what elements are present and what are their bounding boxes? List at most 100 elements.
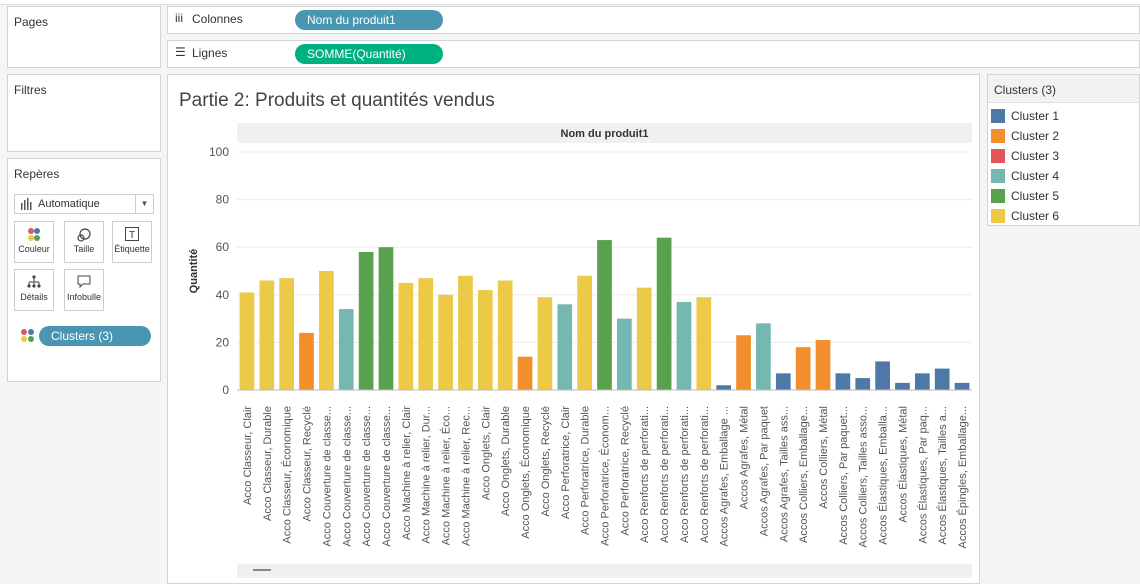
bar-chart: Nom du produit1 0 20 40 60 80 100 Quantité Acco … — [188, 123, 972, 578]
label-label: Étiquette — [114, 244, 150, 254]
x-tick-label: Acco Classeur, Économique — [281, 406, 294, 544]
cluster-legend: Clusters (3) Cluster 1 Cluster 2 Cluster 3… — [987, 74, 1140, 226]
svg-text:T: T — [129, 230, 135, 241]
bar — [934, 368, 950, 390]
x-tick-label: Accos Épingles, Emballage... — [956, 406, 969, 548]
bar — [299, 332, 314, 390]
tooltip-card[interactable]: Infobulle — [64, 269, 104, 311]
bar — [557, 304, 573, 390]
clusters-color-pill[interactable]: Clusters (3) — [39, 326, 151, 346]
legend-label: Cluster 1 — [1011, 109, 1060, 123]
columns-shelf[interactable]: iii Colonnes Nom du produit1 — [167, 6, 1140, 34]
label-card[interactable]: T Étiquette — [112, 221, 152, 263]
pages-card[interactable]: Pages — [7, 6, 161, 68]
x-tick-label: Acco Machine à relier, Clair — [401, 406, 413, 540]
legend-swatch — [991, 169, 1005, 183]
color-icon — [15, 222, 53, 244]
bar — [358, 251, 374, 390]
color-dots-icon — [21, 329, 34, 342]
x-tick-label: Acco Perforatrice, Recyclé — [619, 406, 631, 536]
x-tick-label: Accos Colliers, Emballage... — [798, 406, 810, 543]
x-tick-label: Acco Onglets, Économique — [519, 406, 532, 539]
y-tick-label: 20 — [216, 335, 230, 349]
filters-title: Filtres — [14, 83, 47, 97]
x-tick-label: Accos Agrafes, Par paquet — [758, 406, 770, 536]
x-tick-label: Accos Agrafes, Emballage ... — [719, 406, 731, 547]
scrollbar-thumb — [253, 569, 271, 571]
x-tick-label: Acco Classeur, Clair — [242, 406, 254, 505]
x-tick-label: Accos Élastiques, Métal — [896, 406, 909, 523]
bar — [895, 382, 910, 390]
bar — [398, 282, 414, 390]
bar — [517, 356, 533, 390]
marks-card: Repères Automatique ▼ Couleur Taille T É… — [7, 158, 161, 382]
bar — [378, 247, 394, 390]
x-tick-label: Acco Couverture de classe... — [341, 406, 353, 547]
bar — [954, 382, 970, 390]
bar — [319, 271, 334, 390]
y-tick-label: 80 — [216, 193, 230, 207]
bar — [696, 297, 712, 390]
legend-swatch — [991, 149, 1005, 163]
bar — [418, 278, 434, 390]
rows-pill[interactable]: SOMME(Quantité) — [295, 44, 443, 64]
color-card[interactable]: Couleur — [14, 221, 54, 263]
bar — [656, 237, 672, 390]
legend-swatch — [991, 109, 1005, 123]
legend-swatch — [991, 189, 1005, 203]
legend-label: Cluster 2 — [1011, 129, 1060, 143]
bar — [914, 373, 930, 390]
speech-bubble-icon — [65, 270, 103, 292]
hierarchy-icon — [15, 270, 53, 292]
legend-title: Clusters (3) — [988, 75, 1139, 103]
x-tick-label: Acco Couverture de classe... — [381, 406, 393, 547]
bar — [259, 280, 275, 390]
x-tick-label: Acco Perforatrice, Durable — [580, 406, 592, 535]
x-tick-label: Accos Agrafes, Métal — [739, 406, 751, 509]
chart-header-label: Nom du produit1 — [561, 128, 649, 140]
filters-card[interactable]: Filtres — [7, 74, 161, 152]
mark-type-label: Automatique — [38, 198, 100, 210]
x-tick-label: Accos Colliers, Métal — [818, 406, 830, 509]
legend-swatch — [991, 209, 1005, 223]
x-tick-label: Acco Perforatrice, Clair — [560, 406, 572, 519]
bar — [736, 335, 751, 390]
size-card[interactable]: Taille — [64, 221, 104, 263]
x-tick-label: Accos Élastiques, Par paq... — [916, 406, 929, 544]
rows-shelf[interactable]: ☰ Lignes SOMME(Quantité) — [167, 40, 1140, 68]
detail-card[interactable]: Détails — [14, 269, 54, 311]
x-tick-label: Accos Colliers, Par paquet... — [838, 406, 850, 545]
bar — [497, 280, 513, 390]
bar — [795, 347, 811, 390]
rows-icon: ☰ — [175, 45, 186, 59]
bar — [875, 361, 890, 390]
legend-label: Cluster 3 — [1011, 149, 1060, 163]
bar — [477, 290, 493, 390]
x-tick-label: Acco Machine à relier, Rec... — [460, 406, 472, 546]
x-tick-label: Accos Élastiques, Tailles a... — [936, 406, 949, 545]
legend-label: Cluster 5 — [1011, 189, 1060, 203]
x-tick-label: Acco Renforts de perforati... — [659, 406, 671, 543]
bar — [617, 318, 632, 390]
y-tick-label: 60 — [216, 240, 230, 254]
bar — [279, 278, 295, 390]
chevron-down-icon[interactable]: ▼ — [135, 195, 153, 213]
x-tick-label: Accos Élastiques, Emballa... — [877, 406, 890, 545]
text-icon: T — [113, 222, 151, 244]
legend-label: Cluster 6 — [1011, 209, 1060, 223]
x-tick-label: Acco Onglets, Durable — [500, 406, 512, 516]
marks-title: Repères — [14, 167, 60, 181]
color-label: Couleur — [18, 244, 50, 254]
x-tick-label: Acco Renforts de perforati... — [699, 406, 711, 543]
y-tick-label: 100 — [209, 145, 229, 159]
columns-pill[interactable]: Nom du produit1 — [295, 10, 443, 30]
legend-label: Cluster 4 — [1011, 169, 1060, 183]
x-tick-label: Accos Agrafes, Tailles ass... — [778, 406, 790, 542]
y-tick-label: 0 — [222, 383, 229, 397]
chart-view: Partie 2: Produits et quantités vendus N… — [167, 74, 980, 584]
legend-swatch — [991, 129, 1005, 143]
bar — [597, 240, 612, 390]
y-tick-label: 40 — [216, 288, 230, 302]
mark-type-dropdown[interactable]: Automatique ▼ — [14, 194, 154, 214]
bar — [239, 292, 255, 390]
